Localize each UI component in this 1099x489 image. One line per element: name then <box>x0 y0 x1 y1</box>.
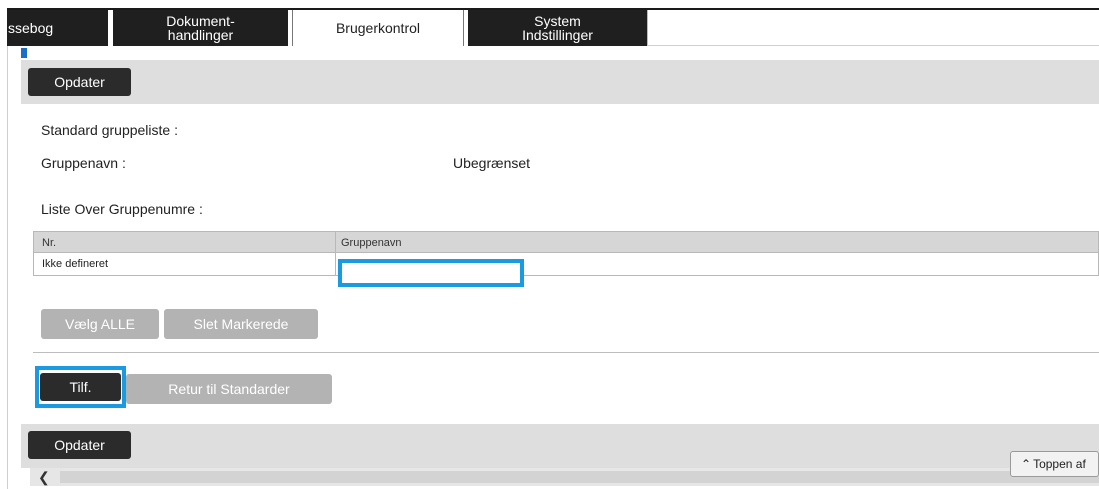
select-all-label: Vælg ALLE <box>64 316 136 332</box>
tab-bar-fill <box>647 10 1099 46</box>
update-button[interactable]: Opdater <box>28 68 131 96</box>
chevron-up-icon: ⌃ <box>1021 457 1032 471</box>
update-button-label: Opdater <box>54 74 105 90</box>
reset-defaults-label: Retur til Standarder <box>168 381 290 397</box>
tab-bar: ssebog Dokument- handlinger Brugerkontro… <box>7 8 1099 46</box>
select-all-button[interactable]: Vælg ALLE <box>41 309 159 339</box>
group-name-value: Ubegrænset <box>453 155 531 171</box>
tab-label: Brugerkontrol <box>335 20 421 36</box>
table-row: Ikke defineret <box>33 253 1099 276</box>
tab-user-control[interactable]: Brugerkontrol <box>292 10 464 46</box>
tab-address-book[interactable]: ssebog <box>7 10 108 46</box>
frame-border <box>7 46 8 489</box>
row-nr: Ikke defineret <box>42 258 109 270</box>
column-divider <box>335 253 336 275</box>
scroll-left-icon[interactable]: ❮ <box>38 469 50 486</box>
section-divider <box>33 352 1099 353</box>
group-name-label: Gruppenavn : <box>41 155 126 171</box>
section-marker <box>21 48 27 58</box>
column-divider <box>335 232 336 253</box>
tab-label: Dokument- handlinger <box>166 13 235 43</box>
update-button-bottom[interactable]: Opdater <box>28 431 131 459</box>
add-button[interactable]: Tilf. <box>40 373 121 401</box>
column-header-group-name: Gruppenavn <box>341 237 402 249</box>
top-toolbar: Opdater <box>21 60 1099 104</box>
add-button-label: Tilf. <box>69 379 92 395</box>
update-button-label: Opdater <box>54 437 105 453</box>
standard-group-list-label: Standard gruppeliste : <box>41 122 178 138</box>
tab-label: System Indstillinger <box>522 13 593 43</box>
delete-selected-button[interactable]: Slet Markerede <box>164 309 318 339</box>
back-to-top-label: Toppen af <box>1033 457 1086 471</box>
table-header: Nr. Gruppenavn <box>33 231 1099 253</box>
tab-label: ssebog <box>8 20 54 36</box>
column-header-nr: Nr. <box>42 237 57 249</box>
back-to-top-button[interactable]: ⌃ Toppen af <box>1010 451 1099 477</box>
tab-document-operations[interactable]: Dokument- handlinger <box>113 10 288 46</box>
bottom-toolbar: Opdater <box>21 424 1099 468</box>
delete-selected-label: Slet Markerede <box>193 316 289 332</box>
group-number-list-label: Liste Over Gruppenumre : <box>41 201 203 217</box>
horizontal-scrollbar[interactable]: ❮ <box>30 468 1099 486</box>
group-number-table: Nr. Gruppenavn Ikke defineret <box>33 231 1099 287</box>
group-name-input[interactable] <box>338 259 524 287</box>
tab-system-settings[interactable]: System Indstillinger <box>468 10 647 46</box>
scrollbar-thumb[interactable] <box>60 471 1099 483</box>
reset-defaults-button[interactable]: Retur til Standarder <box>126 374 332 404</box>
